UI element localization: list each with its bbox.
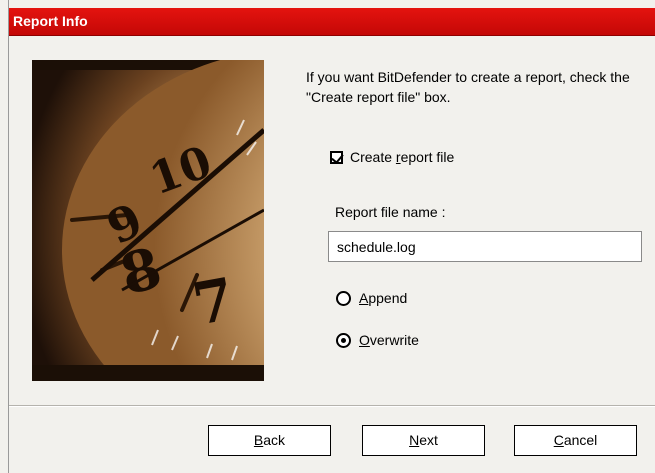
overwrite-radio[interactable]: Overwrite (336, 331, 419, 349)
create-report-label[interactable]: Create report file (350, 149, 454, 165)
create-report-checkbox[interactable]: Create report file (330, 148, 454, 166)
intro-text: If you want BitDefender to create a repo… (306, 69, 630, 105)
clock-face-image: 10 9 8 7 (32, 60, 264, 381)
append-label[interactable]: Append (359, 290, 407, 306)
report-file-name-input[interactable] (328, 231, 642, 262)
window-title: Report Info (13, 13, 88, 29)
report-file-name-label: Report file name : (335, 204, 446, 220)
radio-unselected-icon[interactable] (336, 290, 351, 306)
append-radio[interactable]: Append (336, 289, 407, 307)
next-button[interactable]: Next (362, 425, 485, 456)
back-button[interactable]: Back (208, 425, 331, 456)
footer-separator (9, 405, 655, 407)
checkbox-checked-icon[interactable] (330, 150, 343, 164)
report-info-dialog: Report Info 10 9 8 7 If you want BitDefe… (8, 0, 655, 473)
overwrite-label[interactable]: Overwrite (359, 332, 419, 348)
title-bar: Report Info (9, 8, 655, 36)
cancel-button[interactable]: Cancel (514, 425, 637, 456)
radio-selected-icon[interactable] (336, 332, 351, 348)
